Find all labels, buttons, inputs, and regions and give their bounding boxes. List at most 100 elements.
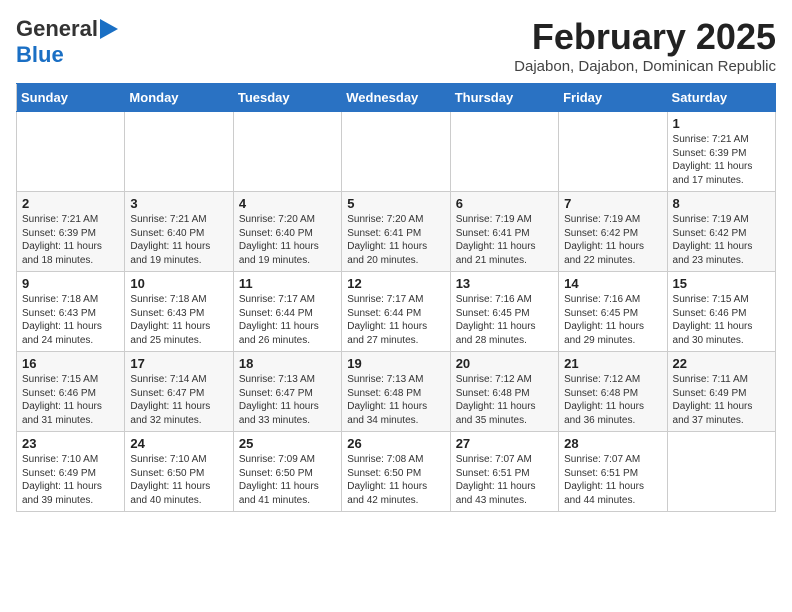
calendar-cell — [17, 112, 125, 192]
calendar-cell: 10 Sunrise: 7:18 AM Sunset: 6:43 PM Dayli… — [125, 272, 233, 352]
day-info: Sunrise: 7:16 AM Sunset: 6:45 PM Dayligh… — [564, 293, 661, 347]
logo-arrow-icon — [100, 19, 118, 39]
day-info: Sunrise: 7:09 AM Sunset: 6:50 PM Dayligh… — [239, 453, 336, 507]
day-number: 7 — [564, 196, 661, 211]
calendar-cell — [667, 432, 775, 512]
day-info: Sunrise: 7:08 AM Sunset: 6:50 PM Dayligh… — [347, 453, 444, 507]
calendar-cell: 9 Sunrise: 7:18 AM Sunset: 6:43 PM Daylig… — [17, 272, 125, 352]
logo-blue: Blue — [16, 42, 64, 67]
logo: General Blue — [16, 16, 118, 68]
calendar-cell — [125, 112, 233, 192]
day-number: 26 — [347, 436, 444, 451]
calendar-week-row: 2 Sunrise: 7:21 AM Sunset: 6:39 PM Daylig… — [17, 192, 776, 272]
day-info: Sunrise: 7:07 AM Sunset: 6:51 PM Dayligh… — [456, 453, 553, 507]
weekday-header-thursday: Thursday — [450, 84, 558, 112]
weekday-header-friday: Friday — [559, 84, 667, 112]
weekday-header-wednesday: Wednesday — [342, 84, 450, 112]
weekday-header-row: SundayMondayTuesdayWednesdayThursdayFrid… — [17, 84, 776, 112]
calendar-cell: 13 Sunrise: 7:16 AM Sunset: 6:45 PM Dayli… — [450, 272, 558, 352]
day-info: Sunrise: 7:13 AM Sunset: 6:48 PM Dayligh… — [347, 373, 444, 427]
logo-general: General — [16, 16, 98, 42]
calendar-cell: 4 Sunrise: 7:20 AM Sunset: 6:40 PM Daylig… — [233, 192, 341, 272]
day-number: 5 — [347, 196, 444, 211]
day-number: 8 — [673, 196, 770, 211]
calendar-cell: 5 Sunrise: 7:20 AM Sunset: 6:41 PM Daylig… — [342, 192, 450, 272]
calendar-week-row: 23 Sunrise: 7:10 AM Sunset: 6:49 PM Dayli… — [17, 432, 776, 512]
day-number: 13 — [456, 276, 553, 291]
calendar-cell: 20 Sunrise: 7:12 AM Sunset: 6:48 PM Dayli… — [450, 352, 558, 432]
day-info: Sunrise: 7:12 AM Sunset: 6:48 PM Dayligh… — [564, 373, 661, 427]
calendar-cell: 27 Sunrise: 7:07 AM Sunset: 6:51 PM Dayli… — [450, 432, 558, 512]
calendar-table: SundayMondayTuesdayWednesdayThursdayFrid… — [16, 83, 776, 512]
day-info: Sunrise: 7:14 AM Sunset: 6:47 PM Dayligh… — [130, 373, 227, 427]
calendar-cell: 18Sunrise: 7:13 AM Sunset: 6:47 PM Dayli… — [233, 352, 341, 432]
calendar-cell: 21 Sunrise: 7:12 AM Sunset: 6:48 PM Dayli… — [559, 352, 667, 432]
day-info: Sunrise: 7:18 AM Sunset: 6:43 PM Dayligh… — [22, 293, 119, 347]
day-number: 24 — [130, 436, 227, 451]
header-area: General Blue February 2025 Dajabon, Daja… — [16, 16, 776, 75]
calendar-week-row: 16 Sunrise: 7:15 AM Sunset: 6:46 PM Dayli… — [17, 352, 776, 432]
calendar-cell — [342, 112, 450, 192]
day-number: 25 — [239, 436, 336, 451]
day-info: Sunrise: 7:19 AM Sunset: 6:41 PM Dayligh… — [456, 213, 553, 267]
day-info: Sunrise: 7:17 AM Sunset: 6:44 PM Dayligh… — [239, 293, 336, 347]
calendar-cell: 11Sunrise: 7:17 AM Sunset: 6:44 PM Dayli… — [233, 272, 341, 352]
day-number: 2 — [22, 196, 119, 211]
location-subtitle: Dajabon, Dajabon, Dominican Republic — [514, 58, 776, 75]
day-info: Sunrise: 7:07 AM Sunset: 6:51 PM Dayligh… — [564, 453, 661, 507]
day-info: Sunrise: 7:19 AM Sunset: 6:42 PM Dayligh… — [564, 213, 661, 267]
calendar-cell: 1Sunrise: 7:21 AM Sunset: 6:39 PM Daylig… — [667, 112, 775, 192]
day-info: Sunrise: 7:17 AM Sunset: 6:44 PM Dayligh… — [347, 293, 444, 347]
calendar-cell: 17 Sunrise: 7:14 AM Sunset: 6:47 PM Dayli… — [125, 352, 233, 432]
calendar-cell — [233, 112, 341, 192]
calendar-cell: 24 Sunrise: 7:10 AM Sunset: 6:50 PM Dayli… — [125, 432, 233, 512]
day-info: Sunrise: 7:18 AM Sunset: 6:43 PM Dayligh… — [130, 293, 227, 347]
day-number: 22 — [673, 356, 770, 371]
weekday-header-monday: Monday — [125, 84, 233, 112]
month-title: February 2025 — [514, 16, 776, 58]
day-number: 27 — [456, 436, 553, 451]
calendar-cell: 23 Sunrise: 7:10 AM Sunset: 6:49 PM Dayli… — [17, 432, 125, 512]
day-info: Sunrise: 7:21 AM Sunset: 6:40 PM Dayligh… — [130, 213, 227, 267]
title-area: February 2025 Dajabon, Dajabon, Dominica… — [514, 16, 776, 75]
calendar-cell: 19Sunrise: 7:13 AM Sunset: 6:48 PM Dayli… — [342, 352, 450, 432]
day-number: 21 — [564, 356, 661, 371]
day-info: Sunrise: 7:15 AM Sunset: 6:46 PM Dayligh… — [673, 293, 770, 347]
day-number: 17 — [130, 356, 227, 371]
calendar-cell: 15 Sunrise: 7:15 AM Sunset: 6:46 PM Dayli… — [667, 272, 775, 352]
calendar-cell: 8 Sunrise: 7:19 AM Sunset: 6:42 PM Daylig… — [667, 192, 775, 272]
day-number: 20 — [456, 356, 553, 371]
calendar-cell: 22Sunrise: 7:11 AM Sunset: 6:49 PM Dayli… — [667, 352, 775, 432]
weekday-header-tuesday: Tuesday — [233, 84, 341, 112]
day-info: Sunrise: 7:15 AM Sunset: 6:46 PM Dayligh… — [22, 373, 119, 427]
calendar-cell: 25 Sunrise: 7:09 AM Sunset: 6:50 PM Dayli… — [233, 432, 341, 512]
day-info: Sunrise: 7:20 AM Sunset: 6:40 PM Dayligh… — [239, 213, 336, 267]
day-info: Sunrise: 7:21 AM Sunset: 6:39 PM Dayligh… — [22, 213, 119, 267]
day-info: Sunrise: 7:13 AM Sunset: 6:47 PM Dayligh… — [239, 373, 336, 427]
calendar-cell: 2 Sunrise: 7:21 AM Sunset: 6:39 PM Daylig… — [17, 192, 125, 272]
calendar-cell: 16 Sunrise: 7:15 AM Sunset: 6:46 PM Dayli… — [17, 352, 125, 432]
day-info: Sunrise: 7:12 AM Sunset: 6:48 PM Dayligh… — [456, 373, 553, 427]
day-number: 14 — [564, 276, 661, 291]
day-number: 10 — [130, 276, 227, 291]
weekday-header-saturday: Saturday — [667, 84, 775, 112]
calendar-cell: 28Sunrise: 7:07 AM Sunset: 6:51 PM Dayli… — [559, 432, 667, 512]
day-number: 4 — [239, 196, 336, 211]
calendar-cell: 26 Sunrise: 7:08 AM Sunset: 6:50 PM Dayli… — [342, 432, 450, 512]
day-info: Sunrise: 7:10 AM Sunset: 6:50 PM Dayligh… — [130, 453, 227, 507]
day-number: 3 — [130, 196, 227, 211]
calendar-cell: 3 Sunrise: 7:21 AM Sunset: 6:40 PM Daylig… — [125, 192, 233, 272]
day-info: Sunrise: 7:10 AM Sunset: 6:49 PM Dayligh… — [22, 453, 119, 507]
calendar-cell: 12 Sunrise: 7:17 AM Sunset: 6:44 PM Dayli… — [342, 272, 450, 352]
calendar-cell — [559, 112, 667, 192]
day-info: Sunrise: 7:21 AM Sunset: 6:39 PM Dayligh… — [673, 133, 770, 187]
day-info: Sunrise: 7:20 AM Sunset: 6:41 PM Dayligh… — [347, 213, 444, 267]
day-number: 15 — [673, 276, 770, 291]
calendar-week-row: 9 Sunrise: 7:18 AM Sunset: 6:43 PM Daylig… — [17, 272, 776, 352]
day-number: 9 — [22, 276, 119, 291]
day-info: Sunrise: 7:19 AM Sunset: 6:42 PM Dayligh… — [673, 213, 770, 267]
day-number: 12 — [347, 276, 444, 291]
day-number: 23 — [22, 436, 119, 451]
day-number: 16 — [22, 356, 119, 371]
day-info: Sunrise: 7:16 AM Sunset: 6:45 PM Dayligh… — [456, 293, 553, 347]
